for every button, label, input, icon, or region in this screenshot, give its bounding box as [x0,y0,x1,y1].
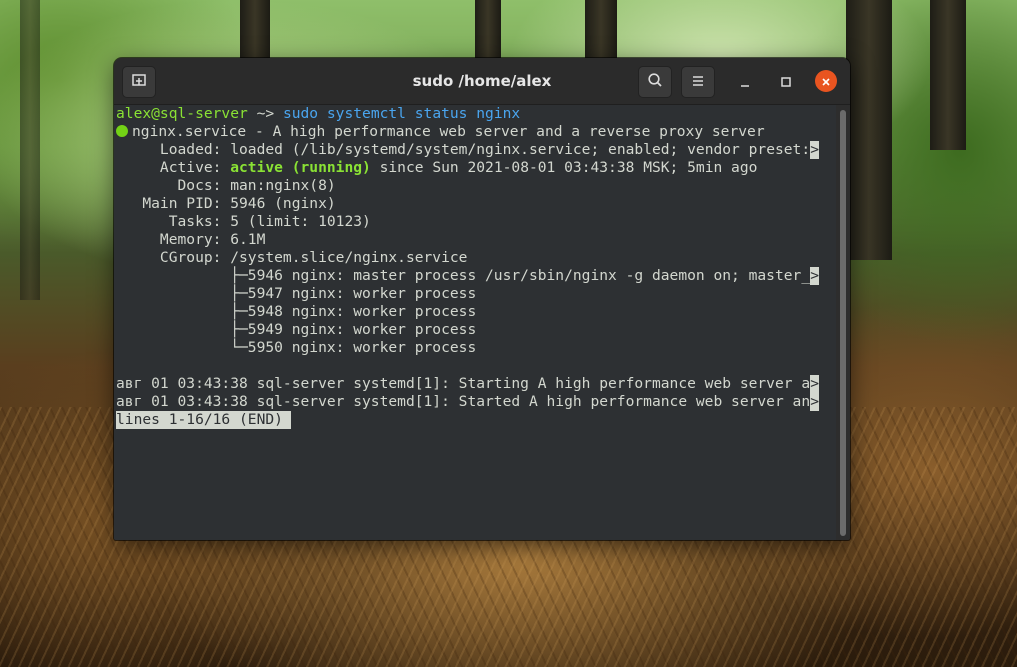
process-line: └─5950 nginx: worker process [116,339,477,356]
process-line: ├─5948 nginx: worker process [116,303,477,320]
hamburger-menu-icon [691,73,705,92]
cgroup-line: CGroup: /system.slice/nginx.service [116,249,468,266]
tree-trunk [20,0,40,300]
prompt-dir: ~> [247,105,283,122]
new-tab-button[interactable] [122,66,156,98]
close-button[interactable] [815,70,837,92]
service-description: nginx.service - A high performance web s… [132,123,765,140]
terminal-window: sudo /home/alex alex@sql-server ~> sudo … [114,58,850,540]
loaded-value: loaded (/lib/systemd/system/nginx.servic… [230,141,811,158]
log-started: авг 01 03:43:38 sql-server systemd[1]: S… [116,393,811,410]
service-status-dot-icon [116,125,128,137]
log-line: авг 01 03:43:38 sql-server systemd[1]: S… [114,375,836,393]
scrollbar[interactable] [840,110,846,536]
active-status: active (running) [230,159,371,176]
log-line: авг 01 03:43:38 sql-server systemd[1]: S… [114,393,836,411]
docs-line: Docs: man:nginx(8) [116,177,336,194]
tasks-line: Tasks: 5 (limit: 10123) [116,213,371,230]
minimize-button[interactable] [736,73,754,91]
tree-trunk [930,0,966,150]
new-tab-icon [131,72,147,92]
process-line: ├─5949 nginx: worker process [116,321,477,338]
process-line: ├─5947 nginx: worker process [116,285,477,302]
search-icon [647,72,663,92]
maximize-button[interactable] [777,73,795,91]
loaded-line: Loaded: loaded (/lib/systemd/system/ngin… [114,141,836,159]
process-line: ├─5946 nginx: master process /usr/sbin/n… [114,267,836,285]
tree-trunk [475,0,501,62]
process-master: ├─5946 nginx: master process /usr/sbin/n… [116,267,811,284]
minimize-icon [739,73,751,92]
title-bar[interactable]: sudo /home/alex [114,58,850,105]
truncation-marker: > [810,393,820,411]
active-since: since Sun 2021-08-01 03:43:38 MSK; 5min … [370,159,758,176]
tree-trunk [585,0,617,62]
pager-status-line: lines 1-16/16 (END) [114,411,836,429]
prompt-line: alex@sql-server ~> sudo systemctl status… [114,105,836,123]
loaded-key: Loaded: [116,141,231,158]
truncation-marker: > [810,141,820,159]
memory-line: Memory: 6.1M [116,231,266,248]
service-line: nginx.service - A high performance web s… [114,123,836,141]
truncation-marker: > [810,267,820,285]
main-pid-line: Main PID: 5946 (nginx) [116,195,336,212]
active-key: Active: [116,159,231,176]
maximize-icon [780,73,792,92]
active-line: Active: active (running) since Sun 2021-… [114,159,836,177]
pager-status: lines 1-16/16 (END) [116,411,291,429]
truncation-marker: > [810,375,820,393]
search-button[interactable] [638,66,672,98]
log-starting: авг 01 03:43:38 sql-server systemd[1]: S… [116,375,811,392]
terminal-output[interactable]: alex@sql-server ~> sudo systemctl status… [114,105,836,540]
prompt-user: alex@sql-server [116,105,248,122]
close-icon [821,72,831,91]
command-text: sudo systemctl status nginx [282,105,521,122]
tree-trunk [846,0,892,260]
menu-button[interactable] [681,66,715,98]
